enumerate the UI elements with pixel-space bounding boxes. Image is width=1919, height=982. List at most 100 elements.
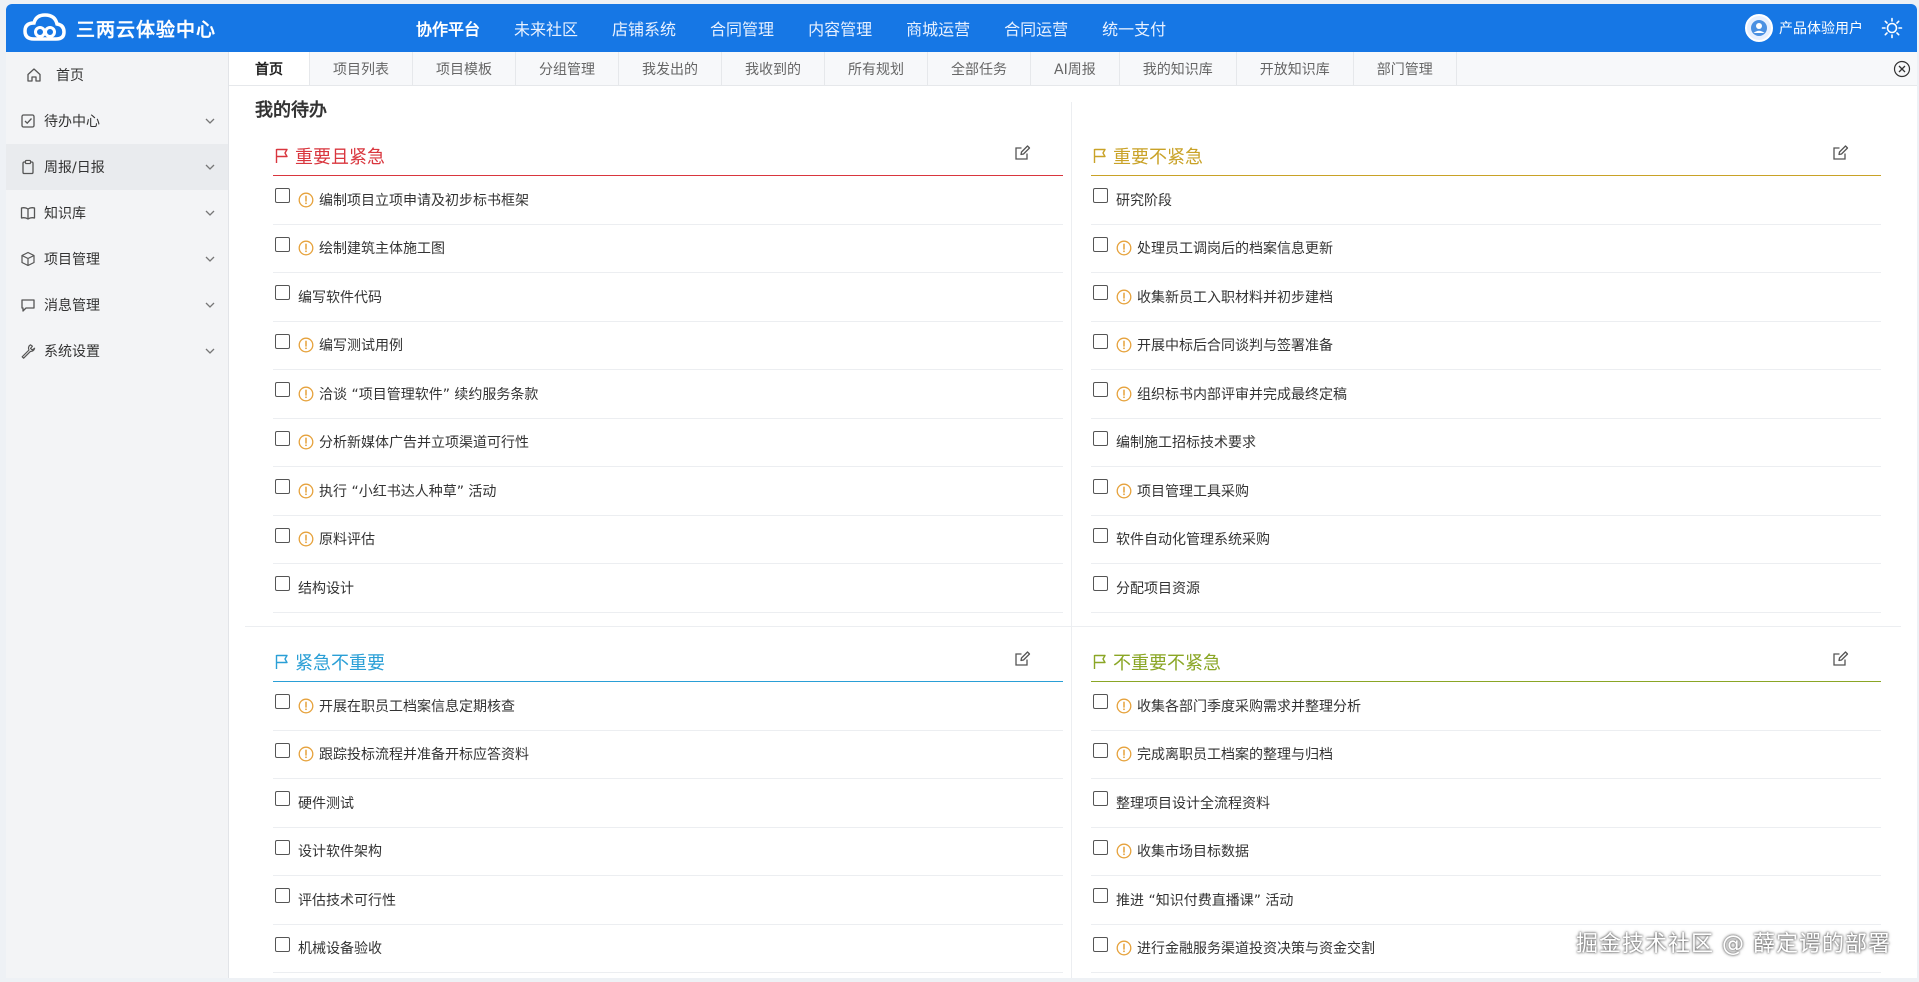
todo-item[interactable]: 研究阶段	[1091, 176, 1881, 225]
todo-checkbox[interactable]	[1093, 576, 1108, 592]
edit-icon[interactable]	[1831, 650, 1849, 668]
todo-checkbox[interactable]	[275, 839, 290, 855]
todo-checkbox[interactable]	[1093, 936, 1108, 952]
edit-icon[interactable]	[1013, 650, 1031, 668]
tab-sent[interactable]: 我发出的	[619, 52, 722, 85]
sidebar-item-todo[interactable]: 待办中心	[6, 98, 228, 144]
tab-groups[interactable]: 分组管理	[516, 52, 619, 85]
edit-icon[interactable]	[1013, 144, 1031, 162]
todo-item[interactable]: 组织标书内部评审并完成最终定稿	[1091, 370, 1881, 419]
sidebar-item-projects[interactable]: 项目管理	[6, 236, 228, 282]
tab-departments[interactable]: 部门管理	[1354, 52, 1457, 85]
todo-checkbox[interactable]	[1093, 527, 1108, 543]
topnav-item-payment[interactable]: 统一支付	[1102, 16, 1166, 40]
todo-checkbox[interactable]	[275, 936, 290, 952]
todo-item[interactable]: 开展在职员工档案信息定期核查	[273, 682, 1063, 731]
todo-checkbox[interactable]	[275, 791, 290, 807]
tab-home[interactable]: 首页	[229, 52, 310, 85]
tab-my-knowledge[interactable]: 我的知识库	[1120, 52, 1237, 85]
tab-open-knowledge[interactable]: 开放知识库	[1237, 52, 1354, 85]
edit-icon[interactable]	[1831, 144, 1849, 162]
todo-item[interactable]: 绘制建筑主体施工图	[273, 225, 1063, 273]
todo-item[interactable]: 编写软件代码	[273, 273, 1063, 322]
topnav-item-contract[interactable]: 合同管理	[710, 16, 774, 40]
todo-checkbox[interactable]	[275, 694, 290, 710]
todo-item[interactable]: 收集各部门季度采购需求并整理分析	[1091, 682, 1881, 731]
warning-icon	[298, 698, 314, 714]
tab-tasks[interactable]: 全部任务	[928, 52, 1031, 85]
tab-plans[interactable]: 所有规划	[825, 52, 928, 85]
todo-checkbox[interactable]	[275, 742, 290, 758]
tab-received[interactable]: 我收到的	[722, 52, 825, 85]
close-icon[interactable]	[1893, 60, 1911, 78]
todo-checkbox[interactable]	[275, 382, 290, 398]
sidebar-item-reports[interactable]: 周报/日报	[6, 144, 228, 190]
todo-checkbox[interactable]	[1093, 333, 1108, 349]
todo-item[interactable]: 原料评估	[273, 516, 1063, 564]
todo-checkbox[interactable]	[1093, 888, 1108, 904]
tab-ai-weekly[interactable]: AI周报	[1031, 52, 1120, 85]
todo-checkbox[interactable]	[1093, 479, 1108, 495]
todo-checkbox[interactable]	[1093, 694, 1108, 710]
sun-icon[interactable]	[1881, 17, 1903, 39]
todo-item[interactable]: 结构设计	[273, 564, 1063, 613]
tab-project-list[interactable]: 项目列表	[310, 52, 413, 85]
todo-item[interactable]: 硬件测试	[273, 779, 1063, 828]
sidebar-item-label: 项目管理	[44, 252, 100, 268]
todo-item[interactable]: 编写测试用例	[273, 322, 1063, 370]
tab-project-templates[interactable]: 项目模板	[413, 52, 516, 85]
todo-checkbox[interactable]	[275, 888, 290, 904]
brand[interactable]: 三两云体验中心	[6, 11, 416, 45]
todo-item[interactable]: 编制项目立项申请及初步标书框架	[273, 176, 1063, 225]
topnav-item-mall[interactable]: 商城运营	[906, 16, 970, 40]
todo-item[interactable]: 完成离职员工档案的整理与归档	[1091, 731, 1881, 779]
todo-checkbox[interactable]	[1093, 236, 1108, 252]
todo-item[interactable]: 跟踪投标流程并准备开标应答资料	[273, 731, 1063, 779]
todo-item[interactable]: 软件自动化管理系统采购	[1091, 516, 1881, 564]
message-icon	[20, 297, 36, 313]
todo-item[interactable]: 机械设备验收	[273, 925, 1063, 973]
todo-item[interactable]: 推进 “知识付费直播课” 活动	[1091, 876, 1881, 925]
user-name[interactable]: 产品体验用户	[1779, 18, 1863, 38]
todo-item[interactable]: 分析新媒体广告并立项渠道可行性	[273, 419, 1063, 467]
todo-item[interactable]: 设计软件架构	[273, 828, 1063, 876]
topnav-item-contract-ops[interactable]: 合同运营	[1004, 16, 1068, 40]
avatar[interactable]	[1745, 14, 1773, 42]
todo-checkbox[interactable]	[1093, 839, 1108, 855]
todo-checkbox[interactable]	[275, 188, 290, 204]
todo-checkbox[interactable]	[275, 236, 290, 252]
sidebar-item-knowledge[interactable]: 知识库	[6, 190, 228, 236]
sidebar-item-home[interactable]: 首页	[6, 52, 228, 98]
todo-item[interactable]: 评估技术可行性	[273, 876, 1063, 925]
todo-item[interactable]: 分配项目资源	[1091, 564, 1881, 613]
todo-item[interactable]: 执行 “小红书达人种草” 活动	[273, 467, 1063, 516]
todo-checkbox[interactable]	[275, 430, 290, 446]
todo-item[interactable]: 项目管理工具采购	[1091, 467, 1881, 516]
todo-item[interactable]: 整理项目设计全流程资料	[1091, 779, 1881, 828]
todo-checkbox[interactable]	[275, 527, 290, 543]
todo-checkbox[interactable]	[1093, 382, 1108, 398]
todo-checkbox[interactable]	[275, 479, 290, 495]
topnav-item-store[interactable]: 店铺系统	[612, 16, 676, 40]
todo-item[interactable]: 洽谈 “项目管理软件” 续约服务条款	[273, 370, 1063, 419]
todo-checkbox[interactable]	[275, 285, 290, 301]
todo-item[interactable]: 收集新员工入职材料并初步建档	[1091, 273, 1881, 322]
todo-checkbox[interactable]	[275, 576, 290, 592]
sidebar-item-messages[interactable]: 消息管理	[6, 282, 228, 328]
todo-item[interactable]: 收集市场目标数据	[1091, 828, 1881, 876]
todo-item[interactable]: 开展中标后合同谈判与签署准备	[1091, 322, 1881, 370]
topnav-item-community[interactable]: 未来社区	[514, 16, 578, 40]
todo-item[interactable]: 处理员工调岗后的档案信息更新	[1091, 225, 1881, 273]
todo-item[interactable]: 编制施工招标技术要求	[1091, 419, 1881, 467]
todo-checkbox[interactable]	[1093, 430, 1108, 446]
todo-checkbox[interactable]	[1093, 188, 1108, 204]
todo-checkbox[interactable]	[275, 333, 290, 349]
sidebar-item-settings[interactable]: 系统设置	[6, 328, 228, 374]
todo-checkbox[interactable]	[1093, 285, 1108, 301]
cube-icon	[20, 251, 36, 267]
todo-checkbox[interactable]	[1093, 791, 1108, 807]
todo-checkbox[interactable]	[1093, 742, 1108, 758]
todo-list: 研究阶段 处理员工调岗后的档案信息更新 收集新员工入职材料并初步建档 开展中标后合同谈…	[1091, 176, 1881, 613]
topnav-item-content[interactable]: 内容管理	[808, 16, 872, 40]
topnav-item-collab[interactable]: 协作平台	[416, 16, 480, 40]
